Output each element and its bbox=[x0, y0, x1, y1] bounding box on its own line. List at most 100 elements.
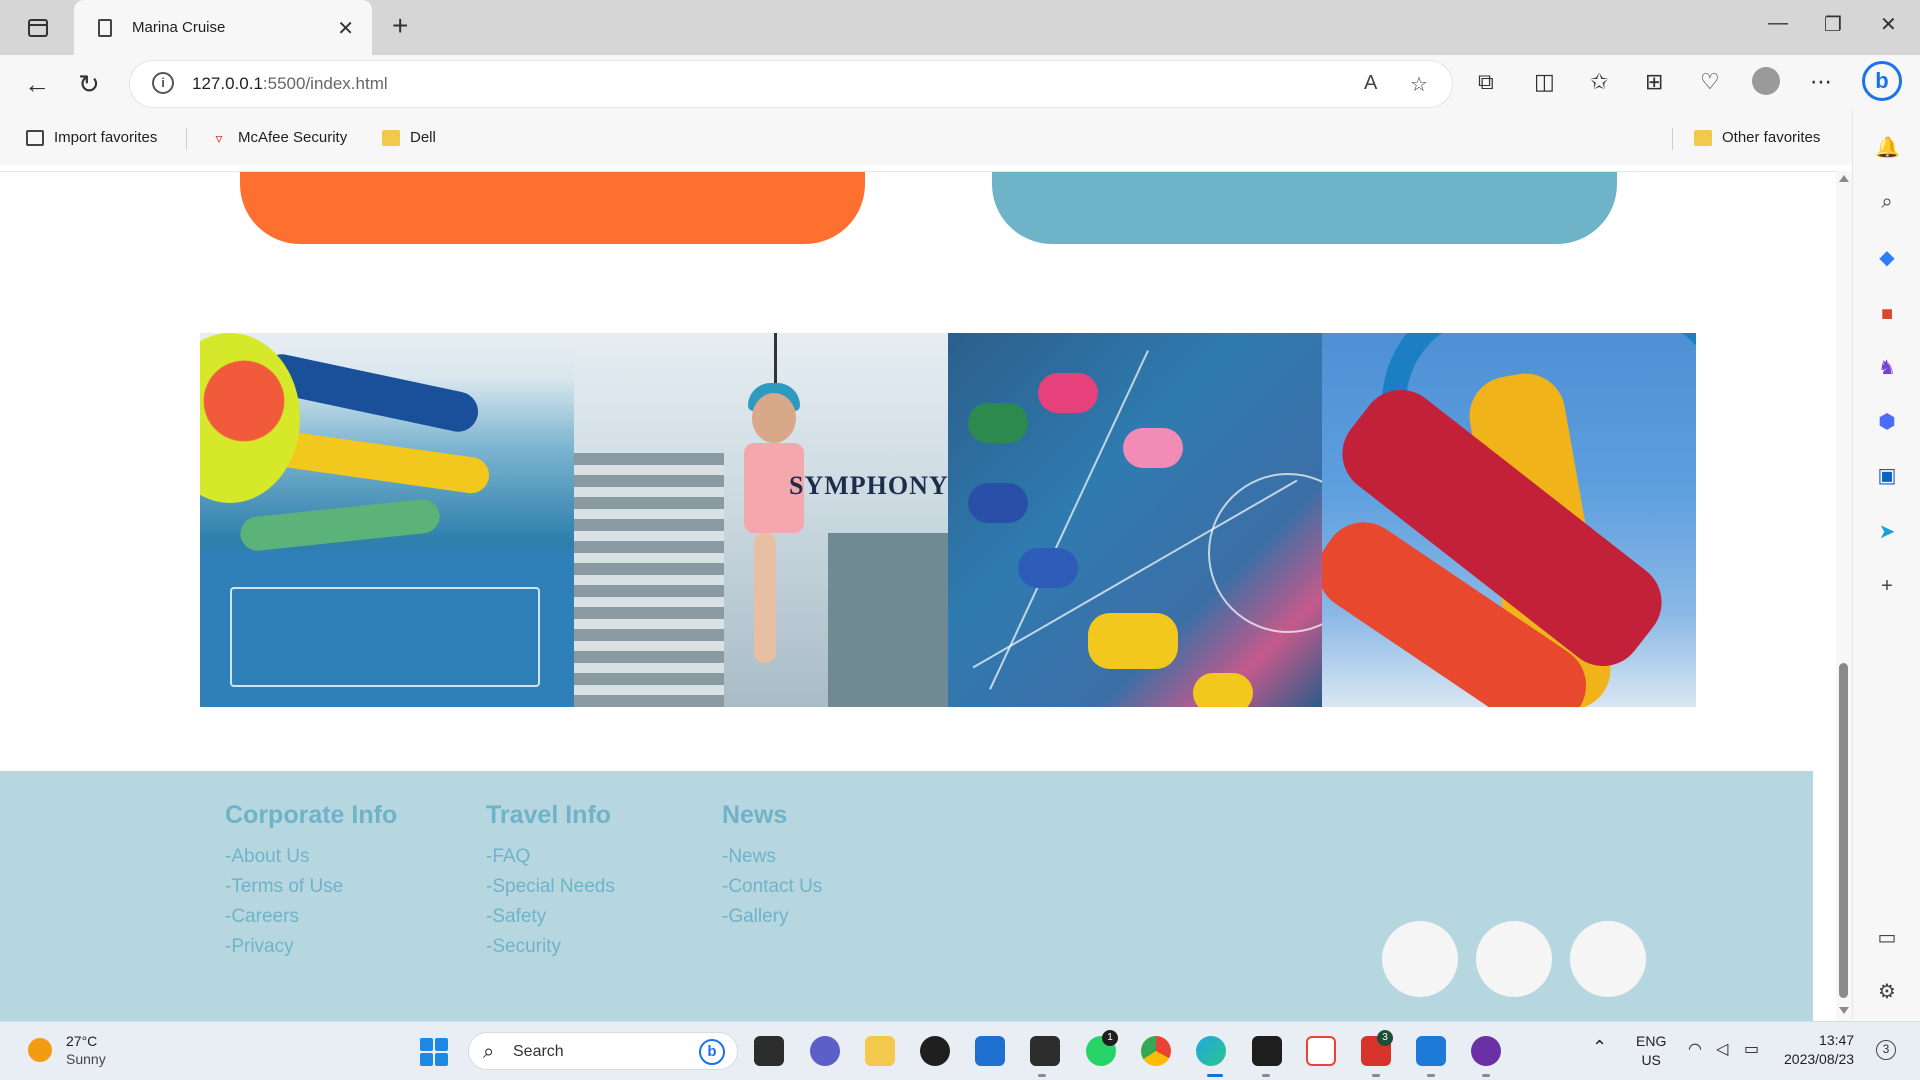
tools-icon[interactable]: ■ bbox=[1875, 302, 1899, 326]
footer-link-gallery[interactable]: -Gallery bbox=[722, 902, 822, 932]
fav-import-favorites[interactable]: Import favorites bbox=[26, 129, 157, 146]
fav-other-favorites[interactable]: Other favorites bbox=[1694, 129, 1820, 146]
browser-essentials-icon[interactable]: ♡ bbox=[1700, 69, 1720, 95]
tab-close-icon[interactable]: ✕ bbox=[337, 16, 354, 41]
scroll-thumb[interactable] bbox=[1839, 663, 1848, 998]
favorites-icon[interactable]: ✩ bbox=[1590, 69, 1608, 95]
tab-actions-icon bbox=[28, 19, 48, 37]
volume-icon[interactable]: ◁ bbox=[1716, 1040, 1728, 1059]
url-host: 127.0.0.1 bbox=[192, 74, 263, 93]
court-shape bbox=[230, 587, 540, 687]
battery-icon[interactable]: ▭ bbox=[1744, 1040, 1759, 1059]
restore-button[interactable]: ❐ bbox=[1824, 12, 1842, 37]
footer-link-special-needs[interactable]: -Special Needs bbox=[486, 872, 615, 902]
footer-link-security[interactable]: -Security bbox=[486, 932, 615, 962]
sidebar-panel-icon[interactable]: ▭ bbox=[1875, 926, 1899, 950]
bell-icon[interactable]: 🔔 bbox=[1875, 136, 1900, 160]
social-button[interactable] bbox=[1570, 921, 1646, 997]
games-icon[interactable]: ♞ bbox=[1875, 356, 1899, 380]
weather-widget[interactable]: 27°C Sunny bbox=[28, 1032, 106, 1068]
outlook-icon[interactable]: ▣ bbox=[1875, 464, 1899, 488]
running-indicator bbox=[1262, 1074, 1270, 1077]
site-info-icon[interactable]: i bbox=[152, 72, 174, 94]
figma-icon[interactable] bbox=[1252, 1036, 1282, 1066]
tab-marina-cruise[interactable]: Marina Cruise ✕ bbox=[74, 0, 372, 55]
weather-temperature: 27°C bbox=[66, 1033, 98, 1049]
bumper-car bbox=[1193, 673, 1253, 707]
chevron-up-icon[interactable]: ⌃ bbox=[1592, 1038, 1607, 1057]
page-scrollbar[interactable] bbox=[1836, 171, 1852, 1021]
gmail-icon[interactable] bbox=[1306, 1036, 1336, 1066]
footer-link-news[interactable]: -News bbox=[722, 842, 822, 872]
profile-avatar[interactable] bbox=[1752, 67, 1780, 95]
language-indicator[interactable]: ENG US bbox=[1636, 1032, 1666, 1070]
add-icon[interactable]: + bbox=[1875, 574, 1899, 598]
footer-link-terms[interactable]: -Terms of Use bbox=[225, 872, 397, 902]
footer-link-about[interactable]: -About Us bbox=[225, 842, 397, 872]
footer-link-safety[interactable]: -Safety bbox=[486, 902, 615, 932]
clock-time: 13:47 bbox=[1819, 1032, 1855, 1048]
microsoft-store-icon[interactable] bbox=[975, 1036, 1005, 1066]
notification-count[interactable]: 3 bbox=[1876, 1040, 1896, 1060]
dell-icon[interactable] bbox=[920, 1036, 950, 1066]
scroll-up-icon[interactable] bbox=[1839, 175, 1849, 182]
task-view-icon[interactable] bbox=[754, 1036, 784, 1066]
gallery-image-waterslides bbox=[200, 333, 574, 707]
system-clock[interactable]: 13:47 2023/08/23 bbox=[1784, 1031, 1854, 1069]
notebook-icon[interactable] bbox=[1030, 1036, 1060, 1066]
minimize-button[interactable]: — bbox=[1768, 12, 1788, 35]
refresh-icon[interactable]: ↻ bbox=[78, 69, 100, 100]
shopping-tag-icon[interactable]: ◆ bbox=[1875, 246, 1899, 270]
scroll-down-icon[interactable] bbox=[1839, 1007, 1849, 1014]
footer-heading: Travel Info bbox=[486, 801, 612, 829]
page-viewport: SYMPHONY Corporate Info -About Us -Terms… bbox=[0, 171, 1836, 1021]
footer-heading: Corporate Info bbox=[225, 801, 398, 829]
social-button[interactable] bbox=[1382, 921, 1458, 997]
fav-label: Import favorites bbox=[54, 129, 158, 146]
more-menu-icon[interactable]: ⋯ bbox=[1810, 69, 1832, 95]
fav-dell-folder[interactable]: Dell bbox=[382, 129, 436, 146]
footer-link-careers[interactable]: -Careers bbox=[225, 902, 397, 932]
fav-mcafee-security[interactable]: ▿ McAfee Security bbox=[210, 129, 347, 146]
fav-label: Dell bbox=[410, 129, 436, 146]
region-code: US bbox=[1641, 1052, 1661, 1068]
drop-icon[interactable]: ➤ bbox=[1875, 520, 1899, 544]
window-close-button[interactable]: ✕ bbox=[1880, 12, 1897, 37]
github-desktop-icon[interactable] bbox=[1471, 1036, 1501, 1066]
footer-link-faq[interactable]: -FAQ bbox=[486, 842, 615, 872]
vscode-icon[interactable] bbox=[1416, 1036, 1446, 1066]
gear-icon[interactable]: ⚙ bbox=[1875, 980, 1899, 1004]
blue-card bbox=[992, 172, 1617, 244]
split-screen-icon[interactable]: ◫ bbox=[1534, 69, 1555, 95]
new-tab-button[interactable]: + bbox=[392, 10, 408, 42]
tab-actions-button[interactable] bbox=[18, 14, 58, 42]
chrome-icon[interactable] bbox=[1141, 1036, 1171, 1066]
url-text[interactable]: 127.0.0.1:5500/index.html bbox=[192, 74, 388, 94]
footer-link-contact[interactable]: -Contact Us bbox=[722, 872, 822, 902]
wifi-icon[interactable]: ◠ bbox=[1688, 1040, 1702, 1059]
windows-start-icon[interactable] bbox=[420, 1038, 448, 1066]
app-badge: 3 bbox=[1377, 1030, 1393, 1046]
tab-title: Marina Cruise bbox=[132, 19, 226, 36]
collections-icon[interactable]: ⊞ bbox=[1645, 69, 1663, 95]
social-button[interactable] bbox=[1476, 921, 1552, 997]
taskbar-search[interactable]: ⌕ Search b bbox=[468, 1032, 738, 1070]
footer-column-travel: Travel Info -FAQ -Special Needs -Safety … bbox=[486, 801, 615, 962]
balconies-shape bbox=[574, 453, 724, 707]
bing-copilot-button[interactable]: b bbox=[1862, 61, 1902, 101]
leg-shape bbox=[754, 533, 776, 663]
person-figure bbox=[724, 373, 814, 673]
address-bar[interactable]: i 127.0.0.1:5500/index.html A ☆ bbox=[130, 61, 1452, 107]
whatsapp-badge: 1 bbox=[1102, 1030, 1118, 1046]
microsoft-365-icon[interactable]: ⬢ bbox=[1875, 410, 1899, 434]
search-icon[interactable]: ⌕ bbox=[1875, 190, 1899, 214]
favorite-star-icon[interactable]: ☆ bbox=[1410, 72, 1428, 97]
slide-shape bbox=[238, 497, 442, 553]
read-aloud-icon[interactable]: A bbox=[1364, 72, 1377, 95]
edge-icon[interactable] bbox=[1196, 1036, 1226, 1066]
teams-chat-icon[interactable] bbox=[810, 1036, 840, 1066]
file-explorer-icon[interactable] bbox=[865, 1036, 895, 1066]
footer-link-privacy[interactable]: -Privacy bbox=[225, 932, 397, 962]
back-arrow-icon[interactable]: ← bbox=[24, 69, 50, 100]
extensions-icon[interactable]: ⧉ bbox=[1478, 69, 1494, 95]
